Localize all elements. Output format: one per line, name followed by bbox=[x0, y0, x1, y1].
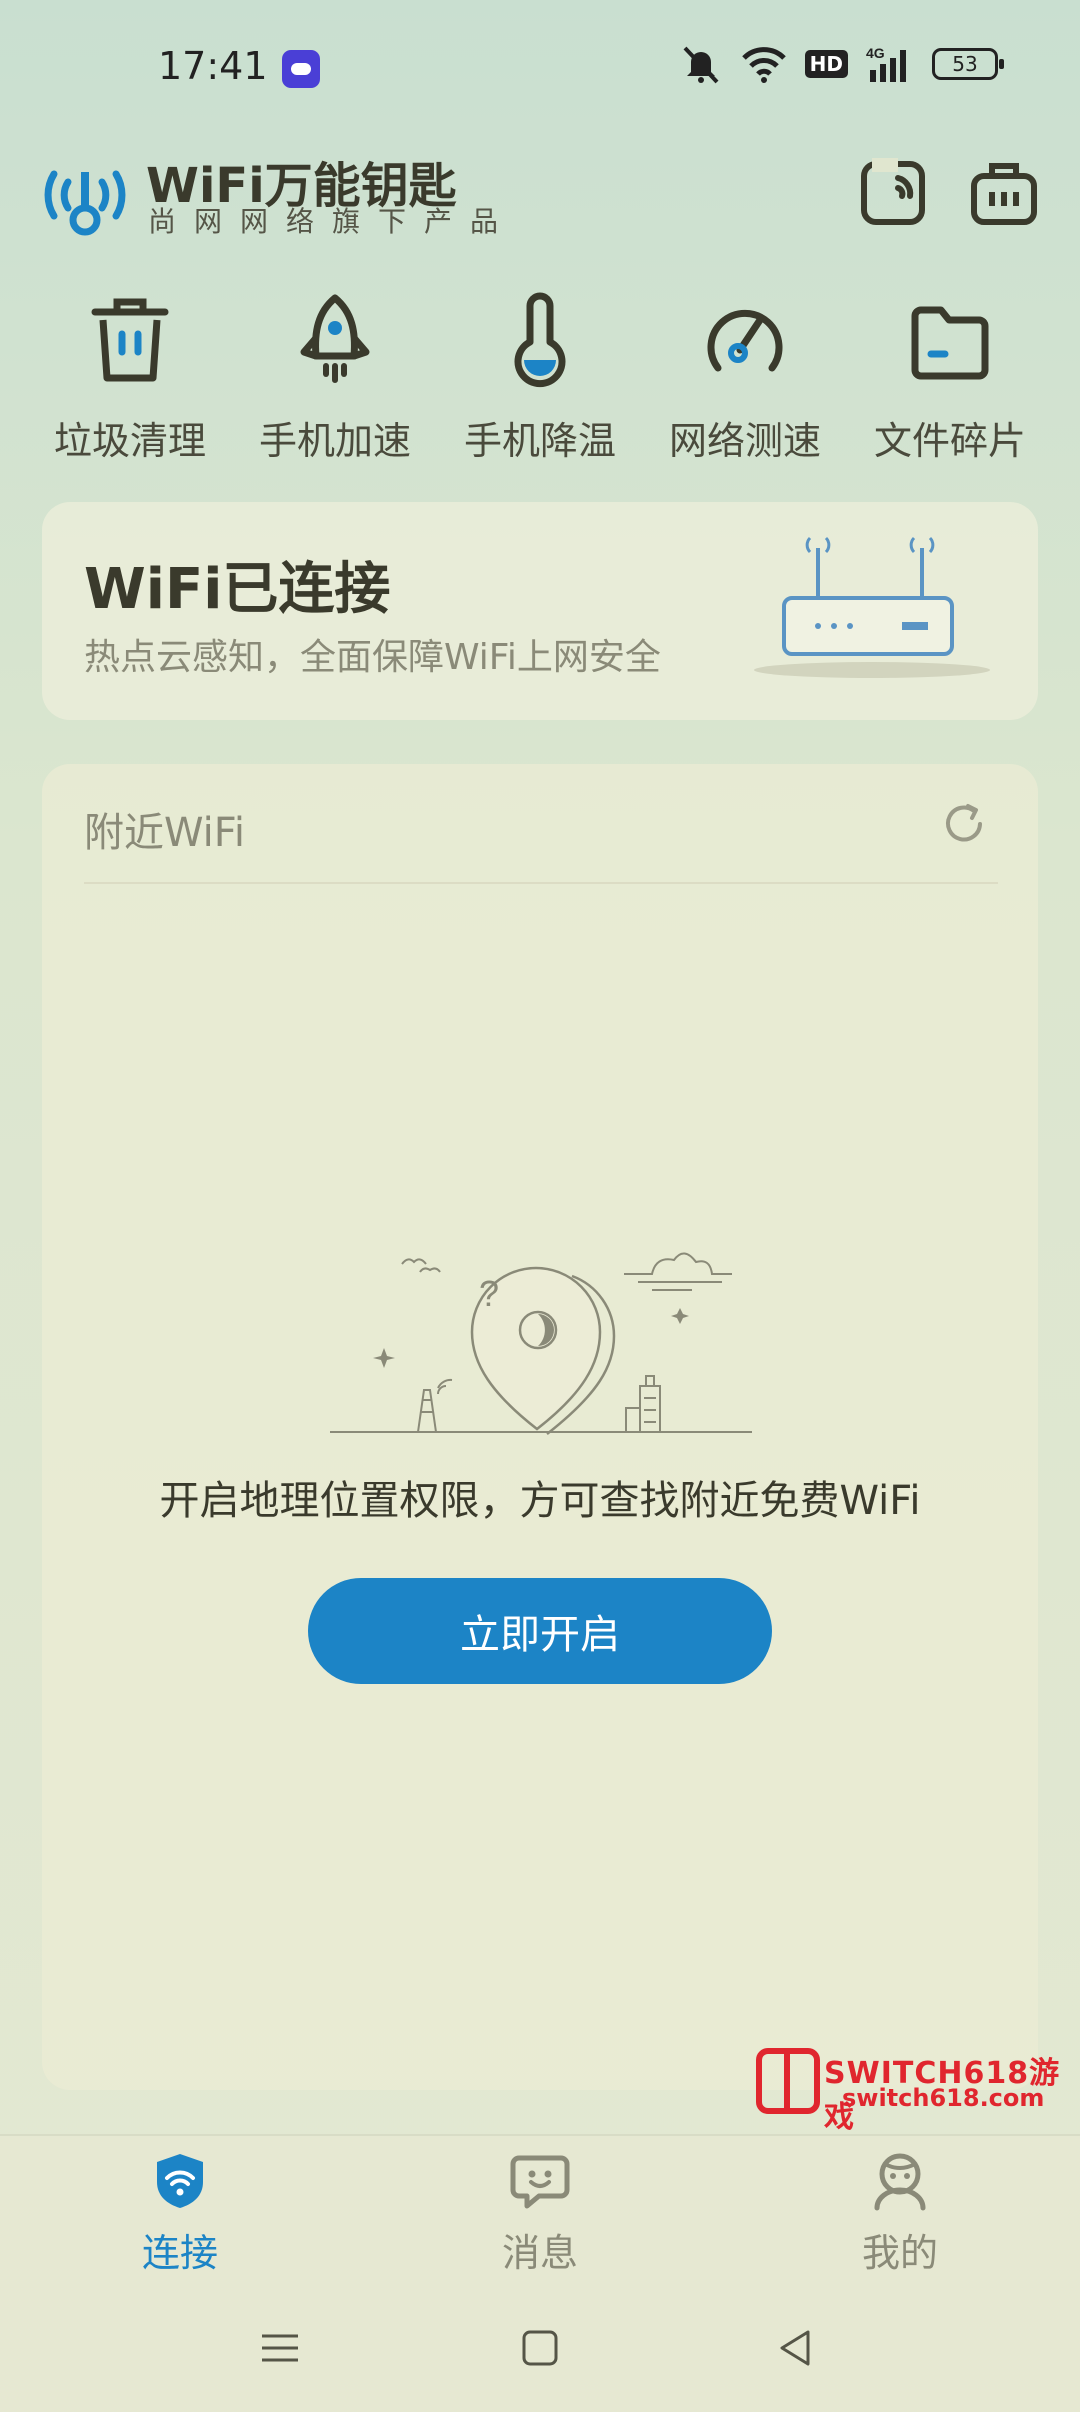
svg-text:?: ? bbox=[479, 1273, 499, 1314]
app-header: WiFi万能钥匙 尚网网络旗下产品 bbox=[0, 140, 1080, 260]
mute-bell-icon bbox=[683, 46, 719, 84]
status-time: 17:41 bbox=[158, 44, 268, 88]
location-pin-illustration: ? bbox=[330, 1252, 752, 1435]
status-icons: HD 4G 53 bbox=[679, 44, 1004, 84]
hd-badge: HD bbox=[804, 50, 848, 78]
toolbox-button[interactable] bbox=[968, 156, 1040, 228]
tool-label: 文件碎片 bbox=[873, 419, 1026, 463]
enable-location-button[interactable]: 立即开启 bbox=[308, 1578, 772, 1684]
switch-console-logo-icon bbox=[756, 2048, 820, 2114]
divider bbox=[84, 882, 998, 884]
recent-apps-icon[interactable] bbox=[252, 2320, 308, 2376]
cell-signal-icon: 4G bbox=[866, 45, 906, 82]
trash-icon bbox=[91, 298, 169, 382]
nav-label: 消息 bbox=[501, 2231, 578, 2275]
tool-speed-test[interactable]: 网络测速 bbox=[655, 290, 835, 480]
rocket-icon bbox=[300, 294, 370, 383]
bottom-nav: 连接 消息 我的 bbox=[0, 2134, 1080, 2284]
nav-label: 我的 bbox=[861, 2231, 938, 2275]
wifi-shield-icon bbox=[157, 2154, 203, 2208]
tool-phone-cool[interactable]: 手机降温 bbox=[450, 290, 630, 480]
user-profile-icon bbox=[874, 2153, 926, 2211]
weather-app-icon bbox=[282, 50, 320, 88]
nav-tab-connect[interactable]: 连接 bbox=[80, 2150, 280, 2277]
tool-label: 手机降温 bbox=[463, 419, 616, 463]
watermark: SWITCH618游戏 switch618.com bbox=[752, 2046, 1072, 2135]
speedometer-icon bbox=[707, 309, 783, 372]
tool-phone-boost[interactable]: 手机加速 bbox=[245, 290, 425, 480]
scan-button[interactable] bbox=[858, 156, 930, 228]
tool-trash-clean[interactable]: 垃圾清理 bbox=[40, 290, 220, 480]
nearby-wifi-card: 附近WiFi ? 开启地理位置权限，方可查找附近免费WiFi 立即开启 bbox=[42, 764, 1038, 2090]
tool-file-fragments[interactable]: 文件碎片 bbox=[860, 290, 1040, 480]
connection-title: WiFi已连接 bbox=[84, 557, 391, 622]
nav-label: 连接 bbox=[141, 2231, 218, 2275]
nearby-wifi-title: 附近WiFi bbox=[84, 810, 245, 856]
thermometer-icon bbox=[514, 292, 566, 388]
nav-tab-messages[interactable]: 消息 bbox=[440, 2150, 640, 2277]
chat-bubble-icon bbox=[510, 2155, 570, 2209]
status-bar: 17:41 HD 4G 53 bbox=[0, 0, 1080, 140]
refresh-icon[interactable] bbox=[940, 800, 988, 848]
connection-card[interactable]: WiFi已连接 热点云感知，全面保障WiFi上网安全 bbox=[42, 502, 1038, 720]
battery-icon: 53 bbox=[932, 48, 1004, 80]
router-icon bbox=[754, 536, 990, 678]
brand-subtitle: 尚网网络旗下产品 bbox=[148, 205, 517, 238]
wifi-key-logo-icon bbox=[44, 170, 126, 236]
location-permission-text: 开启地理位置权限，方可查找附近免费WiFi bbox=[159, 1478, 921, 1524]
back-icon[interactable] bbox=[768, 2320, 824, 2376]
folder-icon bbox=[911, 306, 989, 380]
connection-subtitle: 热点云感知，全面保障WiFi上网安全 bbox=[84, 637, 661, 678]
svg-text:4G: 4G bbox=[866, 45, 885, 61]
watermark-url: switch618.com bbox=[842, 2084, 1045, 2112]
system-nav-bar bbox=[0, 2284, 1080, 2412]
tool-label: 网络测速 bbox=[668, 419, 821, 463]
wifi-signal-icon bbox=[741, 47, 786, 83]
tool-label: 垃圾清理 bbox=[53, 419, 206, 463]
tool-label: 手机加速 bbox=[258, 419, 411, 463]
nav-tab-profile[interactable]: 我的 bbox=[800, 2150, 1000, 2277]
home-icon[interactable] bbox=[512, 2320, 568, 2376]
tool-grid: 垃圾清理 手机加速 手机降温 网络测速 文件碎片 bbox=[40, 290, 1040, 480]
